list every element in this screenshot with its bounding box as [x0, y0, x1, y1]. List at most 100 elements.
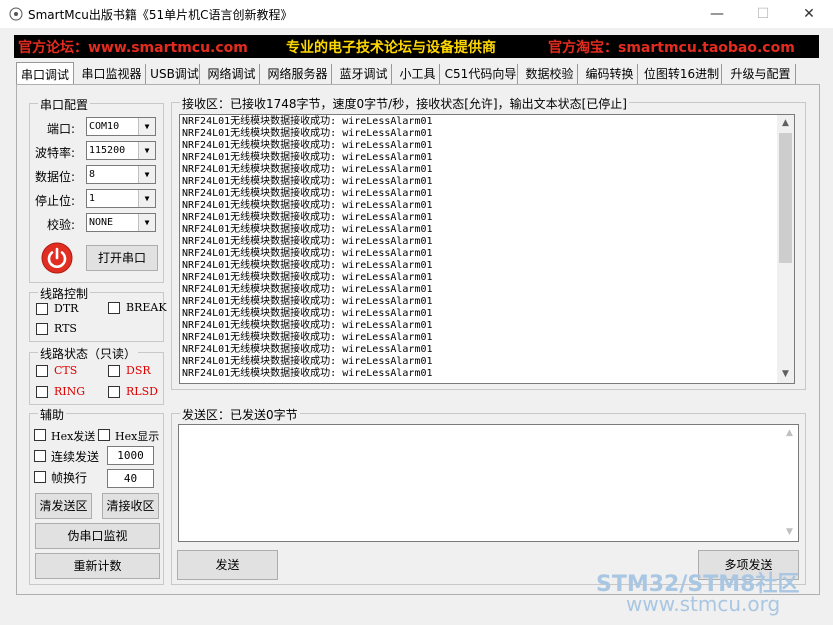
receive-line: NRF24L01无线模块数据接收成功: wireLessAlarm01 [182, 344, 433, 355]
close-button[interactable]: ✕ [786, 0, 832, 28]
rlsd-checkbox [108, 386, 120, 398]
hex-show-label: Hex显示 [115, 430, 160, 443]
app-icon [9, 7, 23, 21]
receive-line: NRF24L01无线模块数据接收成功: wireLessAlarm01 [182, 308, 433, 319]
frame-wrap-input[interactable]: 40 [107, 469, 154, 488]
ring-checkbox [36, 386, 48, 398]
dsr-label: DSR [126, 364, 151, 377]
tab-checksum[interactable]: 数据校验 [522, 64, 578, 84]
ring-label: RING [54, 385, 86, 398]
stopbits-label: 停止位: [35, 194, 76, 208]
title-bar: SmartMcu出版书籍《51单片机C语言创新教程》 — ☐ ✕ [0, 0, 833, 28]
baud-label: 波特率: [35, 146, 76, 160]
receive-line: NRF24L01无线模块数据接收成功: wireLessAlarm01 [182, 236, 433, 247]
scroll-up-icon[interactable]: ▲ [781, 425, 798, 442]
databits-select[interactable]: 8 ▼ [86, 165, 156, 184]
receive-line: NRF24L01无线模块数据接收成功: wireLessAlarm01 [182, 116, 433, 127]
scroll-up-icon[interactable]: ▲ [777, 115, 794, 132]
continuous-send-label: 连续发送 [51, 450, 100, 464]
receive-line: NRF24L01无线模块数据接收成功: wireLessAlarm01 [182, 128, 433, 139]
receive-line: NRF24L01无线模块数据接收成功: wireLessAlarm01 [182, 296, 433, 307]
chevron-down-icon: ▼ [138, 190, 155, 207]
power-icon[interactable] [41, 242, 73, 274]
maximize-button[interactable]: ☐ [740, 0, 786, 28]
receive-line: NRF24L01无线模块数据接收成功: wireLessAlarm01 [182, 212, 433, 223]
break-label: BREAK [126, 301, 167, 314]
banner-forum-link[interactable]: 官方论坛：www.smartmcu.com [18, 37, 248, 57]
receive-line: NRF24L01无线模块数据接收成功: wireLessAlarm01 [182, 320, 433, 331]
receive-line: NRF24L01无线模块数据接收成功: wireLessAlarm01 [182, 224, 433, 235]
watermark-url: www.stmcu.org [626, 592, 781, 616]
receive-line: NRF24L01无线模块数据接收成功: wireLessAlarm01 [182, 188, 433, 199]
line-status-title: 线路状态（只读） [38, 345, 139, 362]
port-select[interactable]: COM10 ▼ [86, 117, 156, 136]
open-port-button[interactable]: 打开串口 [86, 245, 158, 271]
receive-line: NRF24L01无线模块数据接收成功: wireLessAlarm01 [182, 152, 433, 163]
chevron-down-icon: ▼ [138, 118, 155, 135]
receive-line: NRF24L01无线模块数据接收成功: wireLessAlarm01 [182, 332, 433, 343]
receive-title: 接收区：已接收1748字节，速度0字节/秒，接收状态[允许]，输出文本状态[已停… [180, 95, 629, 112]
receive-textarea[interactable]: NRF24L01无线模块数据接收成功: wireLessAlarm01 NRF24… [179, 114, 795, 384]
scroll-down-icon[interactable]: ▼ [781, 524, 798, 541]
tab-tools[interactable]: 小工具 [396, 64, 440, 84]
serial-config-title: 串口配置 [38, 96, 91, 113]
dtr-label: DTR [54, 302, 79, 315]
cts-label: CTS [54, 364, 78, 377]
receive-scrollbar[interactable]: ▲ ▼ [777, 115, 794, 383]
window-title: SmartMcu出版书籍《51单片机C语言创新教程》 [28, 8, 293, 22]
dtr-checkbox[interactable] [36, 303, 48, 315]
continuous-interval-input[interactable]: 1000 [107, 446, 154, 465]
databits-label: 数据位: [35, 170, 76, 184]
cts-checkbox [36, 365, 48, 377]
tab-serial-monitor[interactable]: 串口监视器 [78, 64, 146, 84]
tab-usb-debug[interactable]: USB调试 [150, 64, 200, 84]
continuous-send-checkbox[interactable] [34, 450, 46, 462]
receive-line: NRF24L01无线模块数据接收成功: wireLessAlarm01 [182, 368, 433, 379]
port-label: 端口: [47, 122, 76, 136]
send-button[interactable]: 发送 [177, 550, 278, 580]
break-checkbox[interactable] [108, 302, 120, 314]
tab-encoding[interactable]: 编码转换 [582, 64, 638, 84]
receive-line: NRF24L01无线模块数据接收成功: wireLessAlarm01 [182, 248, 433, 259]
clear-send-button[interactable]: 清发送区 [35, 493, 92, 519]
tab-upgrade-config[interactable]: 升级与配置 [726, 64, 796, 84]
chevron-down-icon: ▼ [138, 214, 155, 231]
scroll-down-icon[interactable]: ▼ [777, 366, 794, 383]
recount-button[interactable]: 重新计数 [35, 553, 160, 579]
minimize-button[interactable]: — [694, 0, 740, 28]
stopbits-select[interactable]: 1 ▼ [86, 189, 156, 208]
baud-select[interactable]: 115200 ▼ [86, 141, 156, 160]
send-textarea[interactable]: ▲ ▼ [178, 424, 799, 542]
hex-show-checkbox[interactable] [98, 429, 110, 441]
receive-line: NRF24L01无线模块数据接收成功: wireLessAlarm01 [182, 284, 433, 295]
tab-bluetooth-debug[interactable]: 蓝牙调试 [336, 64, 392, 84]
assist-title: 辅助 [38, 406, 67, 423]
parity-select[interactable]: NONE ▼ [86, 213, 156, 232]
dsr-checkbox [108, 365, 120, 377]
tab-bitmap-hex[interactable]: 位图转16进制 [642, 64, 722, 84]
banner-shop-link[interactable]: 官方淘宝：smartmcu.taobao.com [548, 37, 795, 57]
receive-line: NRF24L01无线模块数据接收成功: wireLessAlarm01 [182, 272, 433, 283]
receive-line: NRF24L01无线模块数据接收成功: wireLessAlarm01 [182, 140, 433, 151]
tab-network-debug[interactable]: 网络调试 [204, 64, 260, 84]
rts-checkbox[interactable] [36, 323, 48, 335]
send-scrollbar[interactable]: ▲ ▼ [781, 425, 798, 541]
parity-label: 校验: [47, 218, 76, 232]
clear-recv-button[interactable]: 清接收区 [102, 493, 159, 519]
line-control-title: 线路控制 [38, 285, 91, 302]
receive-line: NRF24L01无线模块数据接收成功: wireLessAlarm01 [182, 356, 433, 367]
tab-serial-debug[interactable]: 串口调试 [16, 62, 74, 85]
rts-label: RTS [54, 322, 77, 335]
scroll-thumb[interactable] [779, 133, 792, 263]
receive-line: NRF24L01无线模块数据接收成功: wireLessAlarm01 [182, 164, 433, 175]
frame-wrap-checkbox[interactable] [34, 471, 46, 483]
tab-c51-wizard[interactable]: C51代码向导 [444, 64, 518, 84]
chevron-down-icon: ▼ [138, 142, 155, 159]
frame-wrap-label: 帧换行 [51, 471, 88, 485]
hex-send-checkbox[interactable] [34, 429, 46, 441]
pseudo-monitor-button[interactable]: 伪串口监视 [35, 523, 160, 549]
receive-lines: NRF24L01无线模块数据接收成功: wireLessAlarm01 NRF24… [182, 116, 433, 380]
tab-network-server[interactable]: 网络服务器 [264, 64, 332, 84]
rlsd-label: RLSD [126, 385, 158, 398]
line-control-group: 线路控制 [29, 285, 164, 342]
